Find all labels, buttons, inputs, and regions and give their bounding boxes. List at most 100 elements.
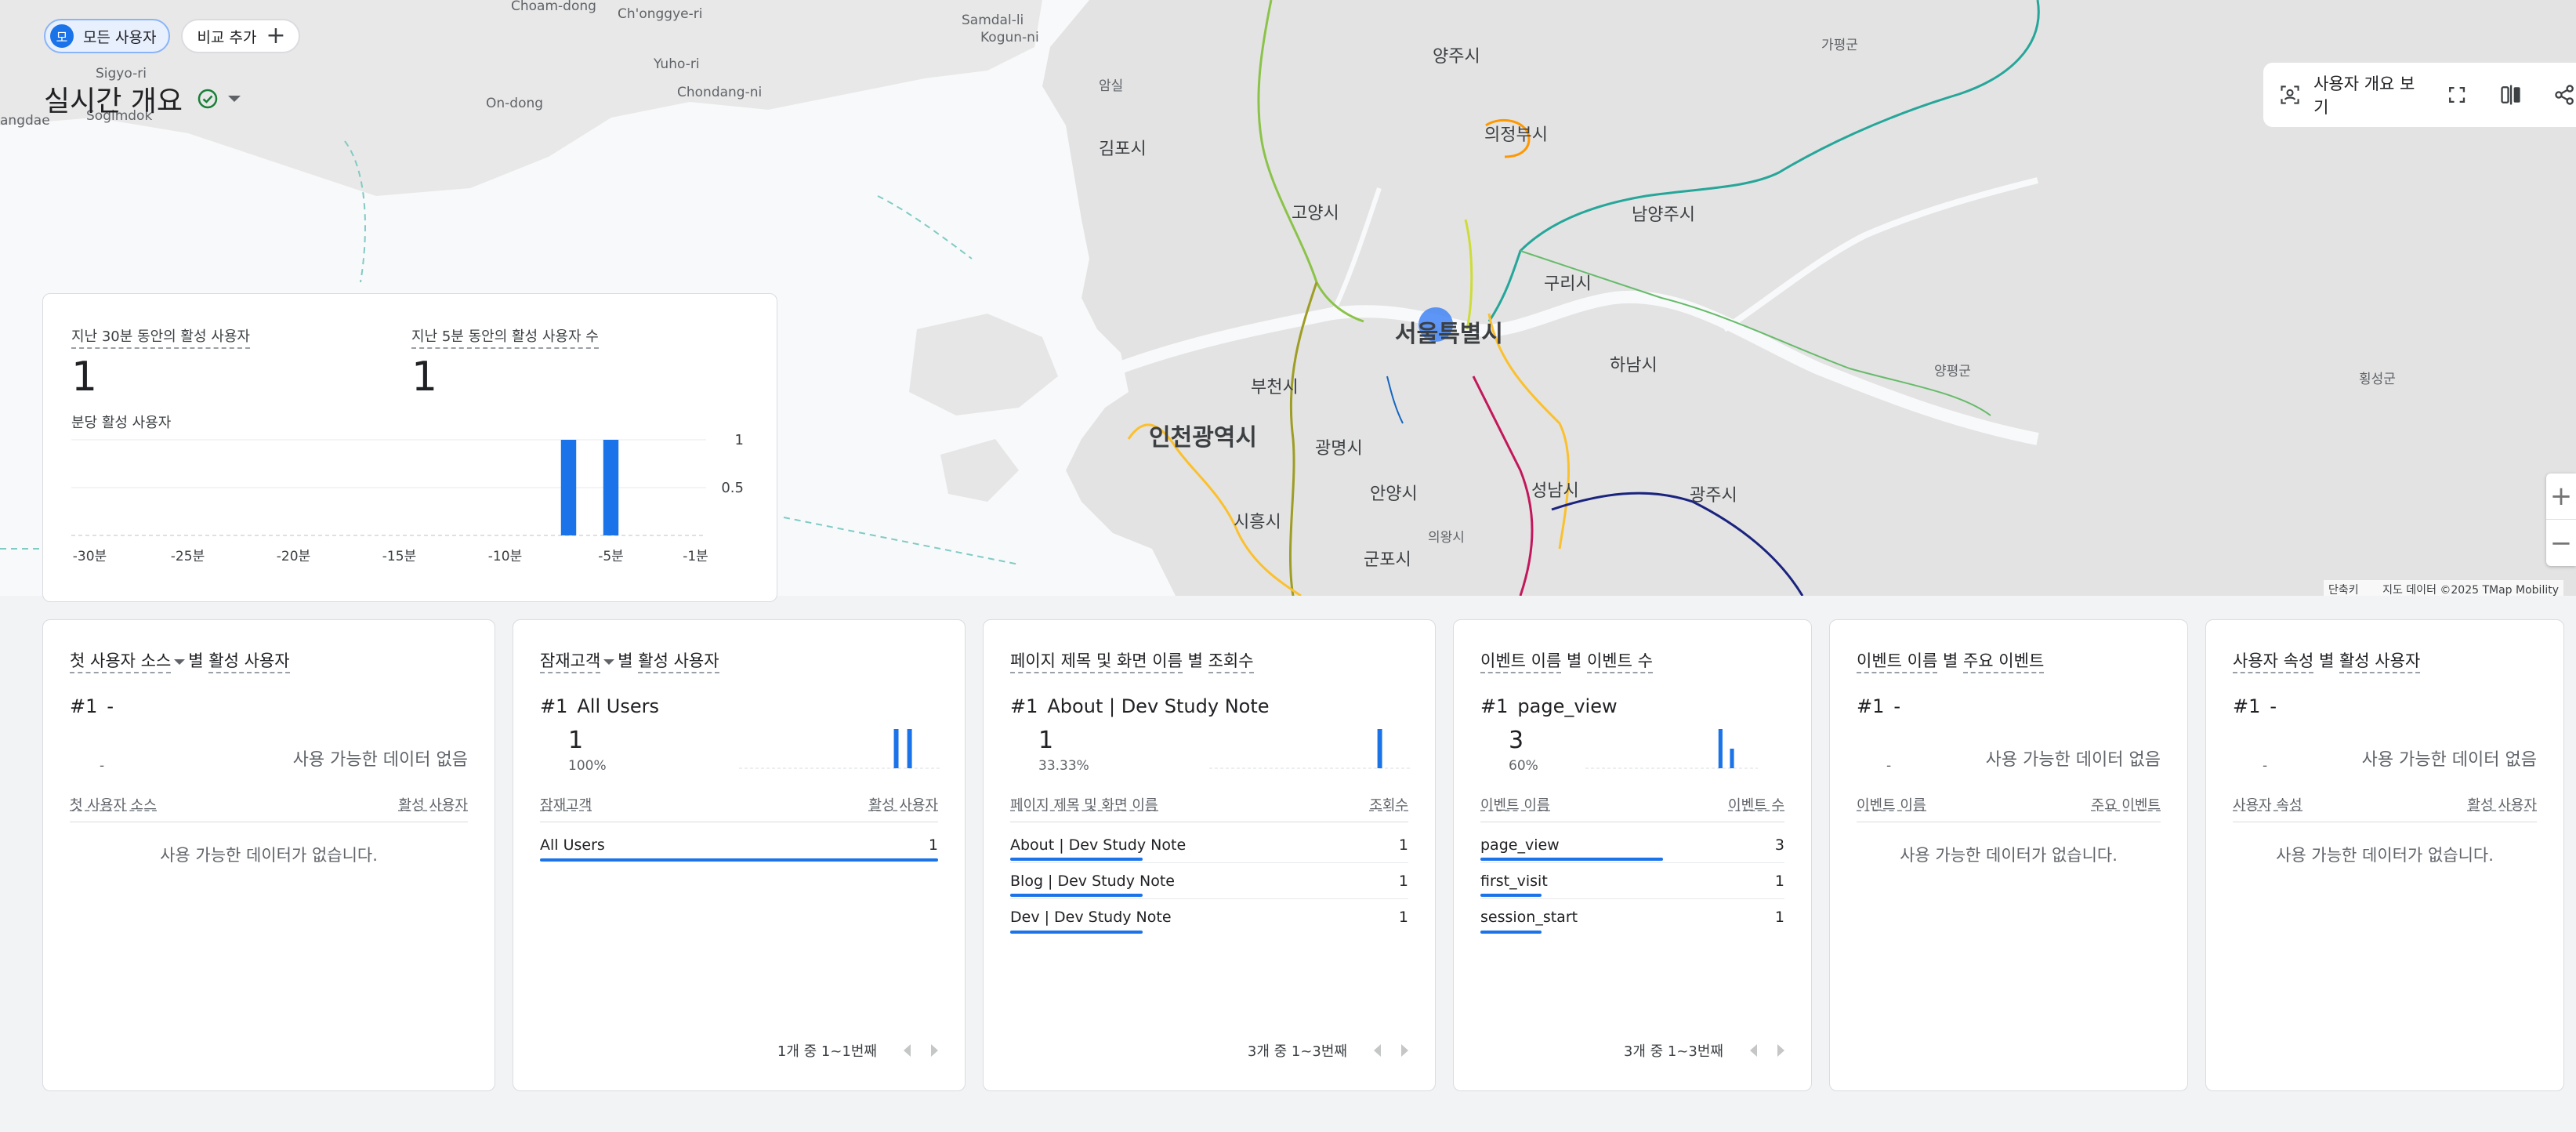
top-percentage: 60% <box>1509 758 1538 774</box>
view-user-overview-button[interactable]: 사용자 개요 보기 <box>2279 71 2415 118</box>
card-dimension-selector[interactable]: 사용자 속성 <box>2233 651 2314 673</box>
card-title-by: 별 <box>1187 651 1203 670</box>
row-value: 3 <box>1774 836 1784 854</box>
map-place-label: 부천시 <box>1251 378 1299 397</box>
rank-number: #1 <box>2233 695 2261 717</box>
no-data-message: 사용 가능한 데이터 없음 <box>292 750 468 770</box>
table-row[interactable]: Blog | Dev Study Note 1 <box>1010 863 1408 899</box>
row-dimension: About | Dev Study Note <box>1010 836 1187 854</box>
page-title: 실시간 개요 <box>44 85 183 118</box>
chevron-right-icon[interactable] <box>1777 1044 1784 1057</box>
row-value: 1 <box>1774 872 1784 890</box>
column-header-metric[interactable]: 활성 사용자 <box>398 794 468 814</box>
card-dimension-selector[interactable]: 페이지 제목 및 화면 이름 <box>1010 651 1183 673</box>
card-title-by: 별 <box>1566 651 1582 670</box>
all-users-chip[interactable]: 모 모든 사용자 <box>44 19 171 53</box>
realtime-card: 사용자 속성 별 활성 사용자 #1- - 사용 가능한 데이터 없음 사용자 속성 활성… <box>2205 619 2564 1091</box>
chart-subtitle: 분당 활성 사용자 <box>71 415 172 431</box>
x-tick-label: -20분 <box>277 549 310 564</box>
map-place-label: 양평군 <box>1934 364 1971 379</box>
table-row[interactable]: session_start 1 <box>1480 899 1784 935</box>
zoom-out-button[interactable]: − <box>2546 520 2576 566</box>
card-title: 사용자 속성 별 활성 사용자 <box>2233 648 2421 673</box>
table-header: 이벤트 이름 이벤트 수 <box>1480 794 1784 822</box>
column-header-metric[interactable]: 이벤트 수 <box>1728 794 1784 814</box>
map-attribution[interactable]: 단축키 지도 데이터 ©2025 TMap Mobility <box>2324 580 2563 596</box>
card-metric-label[interactable]: 활성 사용자 <box>208 651 290 673</box>
active-users-5min-label[interactable]: 지난 5분 동안의 활성 사용자 수 <box>411 325 599 349</box>
card-dimension-selector[interactable]: 이벤트 이름 <box>1857 651 1938 673</box>
map-place-label: Yuho-ri <box>654 56 700 72</box>
map-place-label: 서울특별시 <box>1395 321 1503 348</box>
row-dimension: page_view <box>1480 836 1560 854</box>
row-share-bar <box>540 858 938 862</box>
chevron-left-icon[interactable] <box>1750 1044 1757 1057</box>
map-zoom-control[interactable]: + − <box>2546 473 2576 566</box>
card-dimension-selector[interactable]: 이벤트 이름 <box>1480 651 1562 673</box>
card-title: 첫 사용자 소스 별 활성 사용자 <box>70 648 290 673</box>
top-item-sparkline <box>1585 729 1758 769</box>
table-row[interactable]: About | Dev Study Note 1 <box>1010 827 1408 863</box>
share-icon[interactable] <box>2552 82 2576 108</box>
table-row[interactable]: first_visit 1 <box>1480 863 1784 899</box>
map-place-label: 암실 <box>1099 78 1124 94</box>
column-header-dimension[interactable]: 이벤트 이름 <box>1857 794 1926 814</box>
card-dimension-selector[interactable]: 잠재고객 <box>540 651 601 673</box>
chevron-down-icon[interactable] <box>228 96 241 102</box>
column-header-dimension[interactable]: 잠재고객 <box>540 794 592 814</box>
table-row[interactable]: All Users 1 <box>540 827 938 863</box>
chevron-right-icon[interactable] <box>1401 1044 1408 1057</box>
card-metric-label[interactable]: 활성 사용자 <box>2339 651 2421 673</box>
x-tick-label: -1분 <box>683 549 708 564</box>
dropdown-arrow-icon[interactable] <box>174 659 186 665</box>
chevron-left-icon[interactable] <box>904 1044 911 1057</box>
map-place-label: On-dong <box>486 96 544 111</box>
card-title-by: 별 <box>188 651 204 670</box>
row-dimension: Blog | Dev Study Note <box>1010 872 1175 890</box>
card-metric-label[interactable]: 활성 사용자 <box>638 651 719 673</box>
column-header-dimension[interactable]: 이벤트 이름 <box>1480 794 1550 814</box>
table-empty-message: 사용 가능한 데이터가 없습니다. <box>1900 846 2118 865</box>
map-place-label: angdae <box>0 113 50 129</box>
all-users-label: 모든 사용자 <box>83 28 157 46</box>
chevron-left-icon[interactable] <box>1374 1044 1381 1057</box>
card-title: 이벤트 이름 별 주요 이벤트 <box>1857 648 2045 673</box>
compare-view-icon[interactable] <box>2499 82 2523 108</box>
zoom-in-button[interactable]: + <box>2546 473 2576 520</box>
column-header-metric[interactable]: 주요 이벤트 <box>2091 794 2161 814</box>
plus-icon: + <box>266 22 286 49</box>
row-dimension: All Users <box>540 836 605 854</box>
users-per-minute-chart[interactable]: 1 0.5 -30분 -25분 -20분 -15분 -10분 -5분 -1분 <box>71 434 761 582</box>
realtime-card: 이벤트 이름 별 주요 이벤트 #1- - 사용 가능한 데이터 없음 이벤트 이름 주요… <box>1829 619 2188 1091</box>
card-metric-label[interactable]: 주요 이벤트 <box>1962 651 2045 673</box>
realtime-users-card: 지난 30분 동안의 활성 사용자 1 지난 5분 동안의 활성 사용자 수 1… <box>42 293 777 602</box>
chart-bar <box>560 440 577 535</box>
column-header-metric[interactable]: 활성 사용자 <box>868 794 938 814</box>
table-row[interactable]: page_view 3 <box>1480 827 1784 863</box>
x-tick-label: -15분 <box>382 549 416 564</box>
active-users-30min-label[interactable]: 지난 30분 동안의 활성 사용자 <box>71 325 250 349</box>
column-header-dimension[interactable]: 사용자 속성 <box>2233 794 2302 814</box>
card-metric-label[interactable]: 조회수 <box>1208 651 1254 673</box>
map-shortcut-link[interactable]: 단축키 <box>2328 584 2359 596</box>
column-header-metric[interactable]: 활성 사용자 <box>2467 794 2537 814</box>
check-circle-icon[interactable] <box>197 88 219 110</box>
column-header-dimension[interactable]: 페이지 제목 및 화면 이름 <box>1010 794 1158 814</box>
top-percentage: 100% <box>568 758 607 774</box>
rank-label: About | Dev Study Note <box>1047 695 1270 717</box>
x-tick-label: -25분 <box>171 549 205 564</box>
column-header-dimension[interactable]: 첫 사용자 소스 <box>70 794 157 814</box>
rank-number: #1 <box>1857 695 1885 717</box>
map-place-label: Kogun-ni <box>980 30 1039 45</box>
row-dimension: session_start <box>1480 909 1578 926</box>
table-row[interactable]: Dev | Dev Study Note 1 <box>1010 899 1408 935</box>
card-dimension-selector[interactable]: 첫 사용자 소스 <box>70 651 172 673</box>
add-comparison-button[interactable]: 비교 추가 + <box>181 19 300 53</box>
chevron-right-icon[interactable] <box>931 1044 938 1057</box>
card-metric-label[interactable]: 이벤트 수 <box>1586 651 1653 673</box>
dropdown-arrow-icon[interactable] <box>603 659 615 665</box>
fullscreen-icon[interactable] <box>2445 82 2469 108</box>
table-header: 잠재고객 활성 사용자 <box>540 794 938 822</box>
pagination-status: 1개 중 1~1번째 <box>777 1043 877 1060</box>
column-header-metric[interactable]: 조회수 <box>1369 794 1408 814</box>
